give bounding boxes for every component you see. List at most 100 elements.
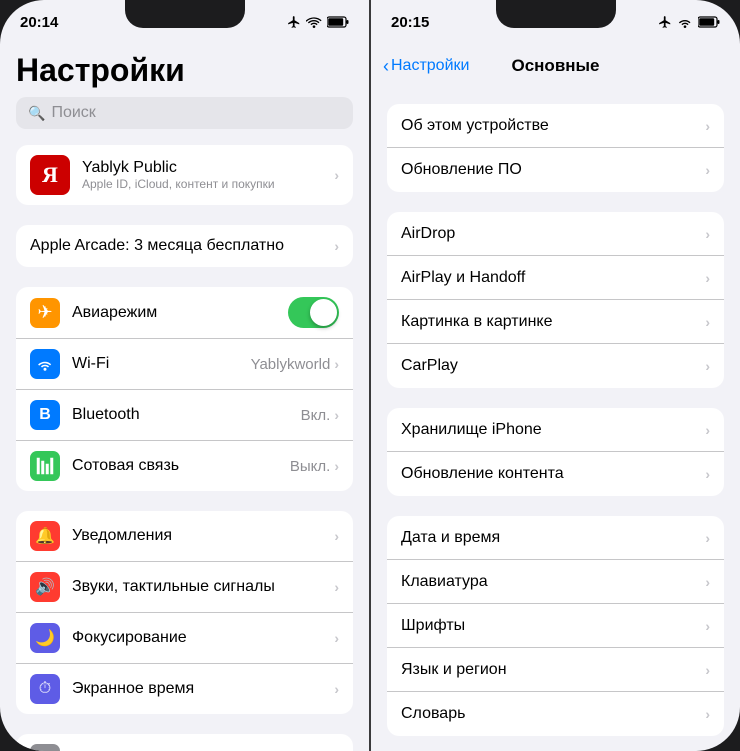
keyboard-chevron: › bbox=[705, 574, 710, 590]
about-device-chevron: › bbox=[705, 118, 710, 134]
airplane-toggle[interactable] bbox=[288, 297, 339, 328]
storage-label: Хранилище iPhone bbox=[401, 421, 542, 439]
back-button[interactable]: ‹ Настройки bbox=[383, 56, 469, 77]
wifi-icon bbox=[30, 349, 60, 379]
keyboard-row[interactable]: Клавиатура › bbox=[387, 560, 724, 604]
content-update-row[interactable]: Обновление контента › bbox=[387, 452, 724, 496]
airdrop-section: AirDrop › AirPlay и Handoff › Картинка в… bbox=[387, 212, 724, 388]
carplay-row[interactable]: CarPlay › bbox=[387, 344, 724, 388]
software-update-row[interactable]: Обновление ПО › bbox=[387, 148, 724, 192]
airdrop-label: AirDrop bbox=[401, 225, 455, 243]
pip-label: Картинка в картинке bbox=[401, 313, 552, 331]
yablyk-chevron: › bbox=[334, 167, 339, 183]
right-battery-icon bbox=[698, 16, 720, 28]
sounds-row[interactable]: 🔊 Звуки, тактильные сигналы › bbox=[16, 562, 353, 613]
wifi-chevron: › bbox=[334, 356, 339, 372]
back-label: Настройки bbox=[391, 57, 469, 75]
screen-time-label: Экранное время bbox=[72, 680, 194, 698]
software-update-chevron: › bbox=[705, 162, 710, 178]
notifications-section: 🔔 Уведомления › 🔊 Звуки, тактильные сигн… bbox=[16, 511, 353, 714]
search-placeholder: Поиск bbox=[51, 104, 95, 122]
wifi-value: Yablykworld › bbox=[251, 356, 339, 373]
bluetooth-row[interactable]: B Bluetooth Вкл. › bbox=[16, 390, 353, 441]
dictionary-row[interactable]: Словарь › bbox=[387, 692, 724, 736]
datetime-section: Дата и время › Клавиатура › Шрифты › Язы… bbox=[387, 516, 724, 736]
datetime-label: Дата и время bbox=[401, 529, 500, 547]
screen-time-icon: ⏱ bbox=[30, 674, 60, 704]
bluetooth-icon: B bbox=[30, 400, 60, 430]
screen-time-row[interactable]: ⏱ Экранное время › bbox=[16, 664, 353, 714]
right-status-icons bbox=[658, 15, 720, 29]
about-device-row[interactable]: Об этом устройстве › bbox=[387, 104, 724, 148]
right-notch bbox=[496, 0, 616, 28]
search-icon: 🔍 bbox=[28, 105, 45, 122]
airplay-handoff-row[interactable]: AirPlay и Handoff › bbox=[387, 256, 724, 300]
notifications-row[interactable]: 🔔 Уведомления › bbox=[16, 511, 353, 562]
airdrop-row[interactable]: AirDrop › bbox=[387, 212, 724, 256]
datetime-row[interactable]: Дата и время › bbox=[387, 516, 724, 560]
yablyk-name: Yablyk Public bbox=[82, 159, 334, 177]
focus-row[interactable]: 🌙 Фокусирование › bbox=[16, 613, 353, 664]
carplay-label: CarPlay bbox=[401, 357, 458, 375]
back-chevron: ‹ bbox=[383, 56, 389, 77]
settings-title: Настройки bbox=[0, 44, 369, 97]
left-status-time: 20:14 bbox=[20, 14, 58, 31]
language-label: Язык и регион bbox=[401, 661, 507, 679]
datetime-chevron: › bbox=[705, 530, 710, 546]
search-bar[interactable]: 🔍 Поиск bbox=[16, 97, 353, 129]
cellular-label: Сотовая связь bbox=[72, 457, 179, 474]
bluetooth-label: Bluetooth bbox=[72, 406, 140, 423]
software-update-label: Обновление ПО bbox=[401, 161, 522, 179]
yablyk-icon: Я bbox=[30, 155, 70, 195]
yablyk-content: Yablyk Public Apple ID, iCloud, контент … bbox=[82, 159, 334, 191]
notifications-label: Уведомления bbox=[72, 527, 172, 545]
device-section: Об этом устройстве › Обновление ПО › bbox=[387, 104, 724, 192]
about-device-label: Об этом устройстве bbox=[401, 117, 549, 135]
left-status-bar: 20:14 bbox=[0, 0, 369, 44]
notifications-chevron: › bbox=[334, 528, 339, 544]
right-phone: 20:15 ‹ Настройки Основные Об этом устро… bbox=[370, 0, 740, 751]
right-screen: Об этом устройстве › Обновление ПО › Air… bbox=[371, 88, 740, 751]
content-update-chevron: › bbox=[705, 466, 710, 482]
left-notch bbox=[125, 0, 245, 28]
keyboard-label: Клавиатура bbox=[401, 573, 488, 591]
storage-row[interactable]: Хранилище iPhone › bbox=[387, 408, 724, 452]
fonts-row[interactable]: Шрифты › bbox=[387, 604, 724, 648]
yablyk-row[interactable]: Я Yablyk Public Apple ID, iCloud, контен… bbox=[16, 145, 353, 205]
cellular-icon bbox=[30, 451, 60, 481]
sounds-chevron: › bbox=[334, 579, 339, 595]
airplane-status-icon bbox=[287, 15, 301, 29]
left-screen: Настройки 🔍 Поиск Я Yablyk Public Apple … bbox=[0, 44, 369, 751]
battery-status-icon bbox=[327, 16, 349, 28]
connectivity-section: ✈ Авиарежим Wi-Fi Yablykworld › bbox=[16, 287, 353, 491]
yablyk-subtitle: Apple ID, iCloud, контент и покупки bbox=[82, 177, 334, 191]
bluetooth-content: Bluetooth bbox=[72, 406, 301, 424]
storage-chevron: › bbox=[705, 422, 710, 438]
language-row[interactable]: Язык и регион › bbox=[387, 648, 724, 692]
carplay-chevron: › bbox=[705, 358, 710, 374]
general-section: ⚙ Основные › ⊞ Пункт управления › bbox=[16, 734, 353, 751]
wifi-row[interactable]: Wi-Fi Yablykworld › bbox=[16, 339, 353, 390]
cellular-row[interactable]: Сотовая связь Выкл. › bbox=[16, 441, 353, 491]
general-row[interactable]: ⚙ Основные › bbox=[16, 734, 353, 751]
cellular-chevron: › bbox=[334, 458, 339, 474]
wifi-content: Wi-Fi bbox=[72, 355, 251, 373]
focus-chevron: › bbox=[334, 630, 339, 646]
general-icon: ⚙ bbox=[30, 744, 60, 751]
sounds-label: Звуки, тактильные сигналы bbox=[72, 578, 275, 596]
pip-row[interactable]: Картинка в картинке › bbox=[387, 300, 724, 344]
right-airplane-icon bbox=[658, 15, 672, 29]
wifi-status-icon bbox=[306, 16, 322, 28]
sounds-icon: 🔊 bbox=[30, 572, 60, 602]
arcade-text: Apple Arcade: 3 месяца бесплатно bbox=[30, 237, 284, 255]
arcade-banner[interactable]: Apple Arcade: 3 месяца бесплатно › bbox=[16, 225, 353, 267]
nav-title: Основные bbox=[511, 56, 599, 76]
dictionary-label: Словарь bbox=[401, 705, 465, 723]
pip-chevron: › bbox=[705, 314, 710, 330]
content-update-label: Обновление контента bbox=[401, 465, 564, 483]
airplay-handoff-chevron: › bbox=[705, 270, 710, 286]
right-status-bar: 20:15 bbox=[371, 0, 740, 44]
fonts-label: Шрифты bbox=[401, 617, 465, 635]
airplane-row[interactable]: ✈ Авиарежим bbox=[16, 287, 353, 339]
focus-icon: 🌙 bbox=[30, 623, 60, 653]
